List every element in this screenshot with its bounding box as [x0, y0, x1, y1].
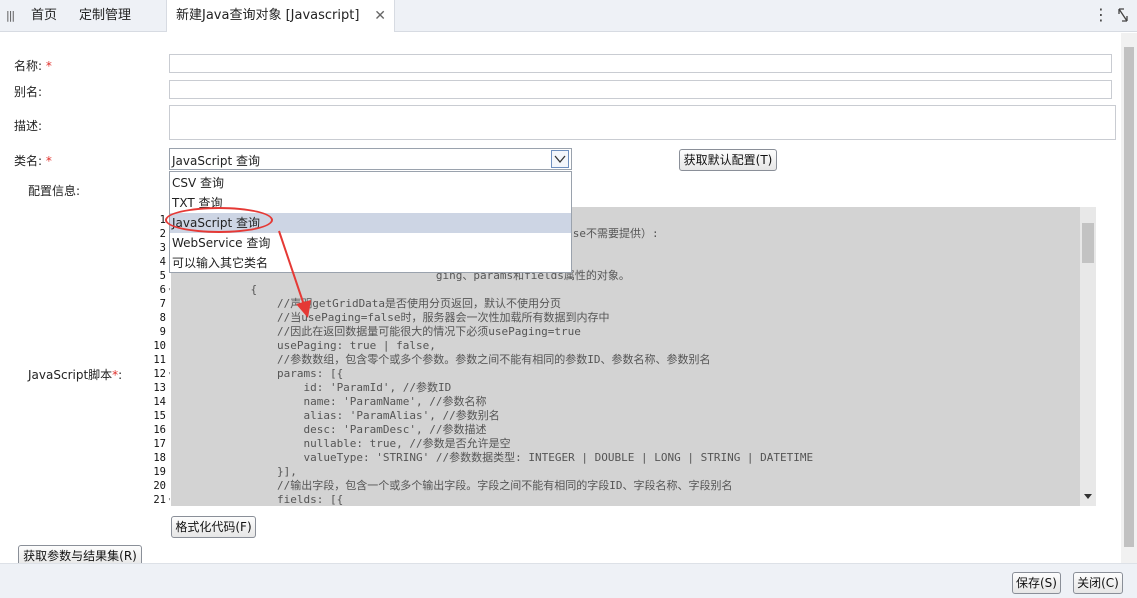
code-line: //因此在返回数据量可能很大的情况下必须usePaging=true	[171, 325, 581, 338]
line-number: 17	[153, 438, 166, 450]
editor-scrollbar[interactable]	[1080, 207, 1096, 506]
code-line: fields: [{	[171, 493, 344, 506]
code-line: name: 'ParamName', //参数名称	[171, 395, 487, 408]
format-code-button[interactable]: 格式化代码(F)	[171, 516, 256, 538]
dropdown-option[interactable]: WebService 查询	[170, 233, 571, 253]
footer-bar: 保存(S) 关闭(C)	[0, 563, 1137, 598]
code-line: valueType: 'STRING' //参数数据类型: INTEGER | …	[171, 451, 814, 464]
line-number: 18	[153, 452, 166, 464]
code-line: nullable: true, //参数是否允许是空	[171, 437, 511, 450]
class-select-value: JavaScript 查询	[172, 154, 260, 168]
desc-textarea[interactable]	[169, 105, 1116, 140]
fold-toggle-icon[interactable]: ▾	[168, 367, 170, 381]
fold-toggle-icon[interactable]: ▾	[168, 493, 170, 506]
grip-icon[interactable]: |||	[6, 9, 15, 22]
alias-input[interactable]	[169, 80, 1112, 99]
close-button[interactable]: 关闭(C)	[1073, 572, 1123, 594]
highlight-ellipse	[165, 207, 273, 233]
alias-label: 别名:	[14, 85, 43, 99]
name-input[interactable]	[169, 54, 1112, 73]
tab-home[interactable]: 首页	[31, 0, 57, 32]
line-number-gutter: 1▾23▾456▾789101112▾131415161718192021▾22	[140, 207, 170, 506]
expand-icon[interactable]	[1116, 6, 1130, 24]
script-label-text: JavaScript脚本	[28, 368, 113, 382]
line-number: 21▾	[140, 493, 170, 506]
line-number: 13	[153, 382, 166, 394]
line-number: 7	[159, 298, 166, 310]
close-icon[interactable]: ✕	[374, 0, 386, 32]
line-number: 1▾	[140, 213, 170, 227]
class-label-text: 类名:	[14, 154, 43, 168]
line-number: 6▾	[140, 283, 170, 297]
line-number: 3▾	[140, 241, 170, 255]
fold-toggle-icon[interactable]: ▾	[168, 283, 170, 297]
tab-custom-management[interactable]: 定制管理	[79, 0, 131, 32]
code-line: //参数数组，包含零个或多个参数。参数之间不能有相同的参数ID、参数名称、参数别…	[171, 353, 711, 366]
required-mark: *	[45, 59, 52, 73]
page-scrollbar[interactable]	[1121, 33, 1137, 563]
line-number: 12▾	[140, 367, 170, 381]
get-default-config-button[interactable]: 获取默认配置(T)	[679, 149, 777, 171]
editor-scroll-thumb[interactable]	[1082, 223, 1094, 263]
line-number: 20	[153, 480, 166, 492]
name-label-text: 名称:	[14, 59, 43, 73]
chevron-down-icon[interactable]	[551, 150, 569, 168]
tab-bar: ||| 首页 定制管理 新建Java查询对象 [Javascript] ✕ ⋮	[0, 0, 1137, 32]
tab-label: 定制管理	[79, 8, 132, 23]
save-button[interactable]: 保存(S)	[1012, 572, 1061, 594]
more-menu-icon[interactable]: ⋮	[1093, 5, 1109, 25]
dropdown-option[interactable]: CSV 查询	[170, 173, 571, 193]
line-number: 9	[159, 326, 166, 338]
code-line: //输出字段，包含一个或多个输出字段。字段之间不能有相同的字段ID、字段名称、字…	[171, 479, 733, 492]
line-number: 4	[159, 256, 166, 268]
line-number: 8	[159, 312, 166, 324]
line-number: 11	[153, 354, 166, 366]
script-label-colon: :	[118, 368, 123, 382]
code-line: desc: 'ParamDesc', //参数描述	[171, 423, 487, 436]
line-number: 5	[159, 270, 166, 282]
line-number: 2	[159, 228, 166, 240]
tab-label: 新建Java查询对象 [Javascript]	[176, 8, 360, 23]
config-label: 配置信息:	[28, 184, 81, 198]
code-line: }],	[171, 465, 297, 478]
scroll-down-arrow-icon[interactable]	[1083, 493, 1093, 501]
page-scroll-thumb[interactable]	[1124, 47, 1134, 547]
tab-label: 首页	[31, 8, 58, 23]
code-line: //声明getGridData是否使用分页返回，默认不使用分页	[171, 297, 562, 310]
code-line: //当usePaging=false时，服务器会一次性加载所有数据到内存中	[171, 311, 610, 324]
code-line: {	[171, 283, 258, 296]
line-number: 14	[153, 396, 166, 408]
desc-label: 描述:	[14, 119, 43, 133]
line-number: 15	[153, 410, 166, 422]
code-line: alias: 'ParamAlias', //参数别名	[171, 409, 500, 422]
line-number: 10	[153, 340, 166, 352]
required-mark: *	[45, 154, 52, 168]
code-line: params: [{	[171, 367, 344, 380]
script-label: JavaScript脚本*:	[28, 366, 122, 383]
name-label: 名称: *	[14, 57, 52, 74]
class-select[interactable]: JavaScript 查询	[169, 148, 572, 170]
line-number: 19	[153, 466, 166, 478]
dropdown-option[interactable]: 可以输入其它类名	[170, 253, 571, 273]
code-line: usePaging: true | false,	[171, 339, 436, 352]
class-label: 类名: *	[14, 152, 52, 169]
tab-new-java-query[interactable]: 新建Java查询对象 [Javascript] ✕	[166, 0, 395, 32]
line-number: 16	[153, 424, 166, 436]
code-line: id: 'ParamId', //参数ID	[171, 381, 452, 394]
